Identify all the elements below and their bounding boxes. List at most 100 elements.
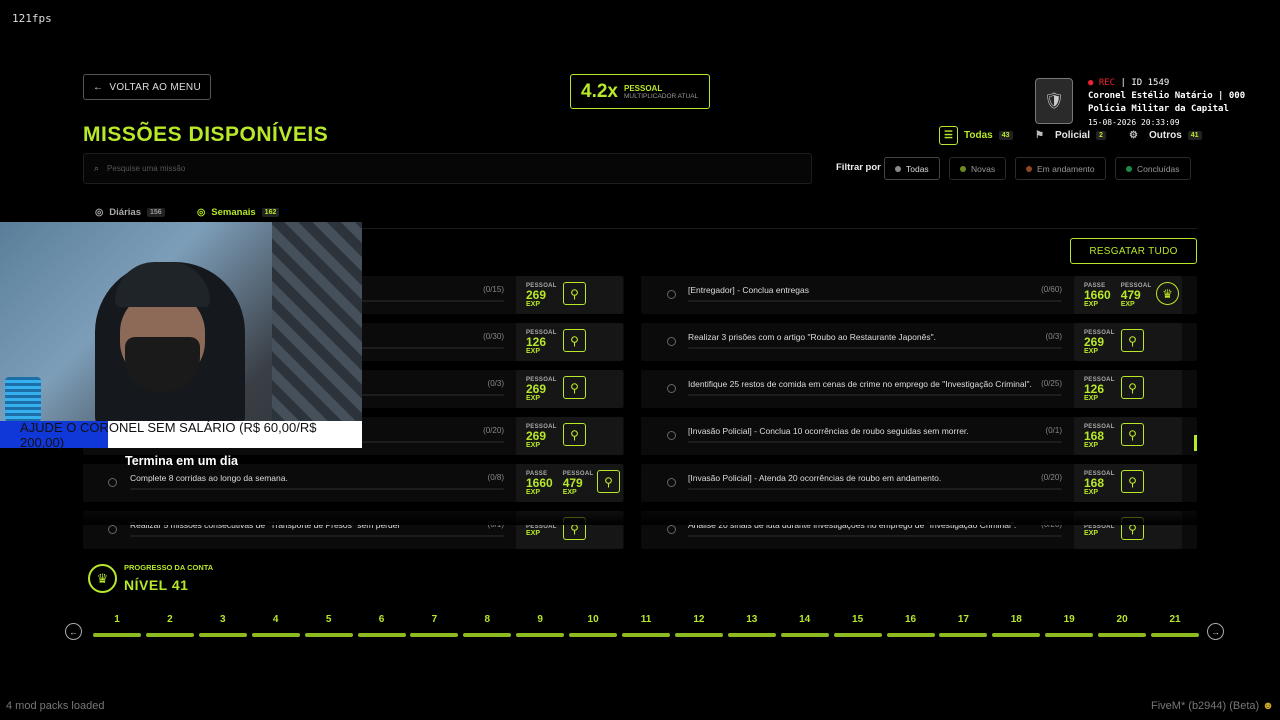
- level-bar: [780, 633, 829, 637]
- level-number: 8: [484, 614, 491, 625]
- scrollbar-thumb[interactable]: [1194, 435, 1197, 451]
- mission-checkbox[interactable]: [667, 478, 676, 487]
- category-count: 2: [1096, 131, 1106, 140]
- reward-value: 126: [1084, 381, 1105, 396]
- claim-button[interactable]: ⚲: [563, 376, 586, 399]
- category-outros[interactable]: ⚙ Outros 41: [1124, 126, 1202, 145]
- claim-button[interactable]: ⚲: [597, 470, 620, 493]
- levels-next-button[interactable]: →: [1207, 623, 1224, 640]
- mission-checkbox[interactable]: [108, 478, 117, 487]
- user-add-icon: ⚲: [1128, 333, 1137, 348]
- client-version: FiveM* (b2944) (Beta) ☻: [1151, 700, 1274, 712]
- level-step: 13: [727, 614, 776, 637]
- mission-progress: (0/20): [483, 426, 504, 435]
- weekly-icon: ◎: [197, 207, 206, 218]
- level-step: 21: [1151, 614, 1199, 637]
- user-add-icon: ⚲: [570, 286, 579, 301]
- mission-checkbox[interactable]: [667, 337, 676, 346]
- reward-unit: EXP: [526, 488, 541, 496]
- category-label: Todas: [964, 130, 993, 141]
- tab-semanais[interactable]: ◎ Semanais 162: [197, 207, 280, 218]
- mission-progress-bar: [688, 300, 1062, 302]
- reward-item: PESSOAL EXP: [526, 524, 557, 537]
- mission-progress-bar: [130, 488, 504, 490]
- mission-checkbox[interactable]: [667, 525, 676, 534]
- filter-concluidas[interactable]: Concluídas: [1115, 157, 1191, 180]
- reward-unit: EXP: [1084, 394, 1099, 402]
- level-number: 3: [220, 614, 226, 625]
- bike-icon: ⚙: [1129, 130, 1138, 141]
- reward-unit: EXP: [1084, 300, 1099, 308]
- mission-checkbox[interactable]: [667, 431, 676, 440]
- tab-count: 156: [146, 208, 165, 217]
- category-label: Outros: [1149, 130, 1182, 141]
- level-step: 4: [251, 614, 300, 637]
- mission-checkbox[interactable]: [108, 525, 117, 534]
- claim-button[interactable]: ⚲: [1121, 423, 1144, 446]
- claim-button[interactable]: ⚲: [1121, 329, 1144, 352]
- rec-label: REC: [1098, 78, 1116, 88]
- filter-em-andamento[interactable]: Em andamento: [1015, 157, 1106, 180]
- level-bar: [516, 633, 565, 637]
- reward-unit: EXP: [526, 441, 541, 449]
- claim-button[interactable]: ⚲: [563, 329, 586, 352]
- filter-novas[interactable]: Novas: [949, 157, 1007, 180]
- category-policial[interactable]: ⚑ Policial 2: [1030, 126, 1106, 145]
- arrow-left-icon: ←: [69, 626, 78, 637]
- fps-counter: 121fps: [12, 12, 52, 25]
- category-todas[interactable]: ☰ Todas 43: [939, 126, 1013, 145]
- tab-diarias[interactable]: ◎ Diárias 156: [95, 207, 165, 218]
- account-level: NÍVEL 41: [124, 577, 189, 593]
- reward-unit: EXP: [526, 347, 541, 355]
- crown-icon: ♛: [1162, 286, 1173, 301]
- daily-icon: ◎: [95, 207, 104, 218]
- level-step: 11: [622, 614, 670, 637]
- reward-item: PESSOAL 168 EXP: [1084, 424, 1115, 449]
- level-bar: [1151, 633, 1199, 637]
- filter-option-label: Todas: [906, 163, 929, 174]
- reward-unit: EXP: [1084, 488, 1099, 496]
- police-icon: ⚑: [1035, 130, 1044, 141]
- filter-option-label: Novas: [971, 163, 996, 174]
- mission-progress: (0/20): [1041, 473, 1062, 482]
- level-number: 17: [957, 614, 969, 625]
- claim-button[interactable]: ⚲: [563, 282, 586, 305]
- client-version-text: FiveM* (b2944) (Beta): [1151, 700, 1260, 712]
- category-label: Policial: [1055, 130, 1091, 141]
- reward-value: 269: [526, 287, 547, 302]
- back-to-menu-button[interactable]: ← VOLTAR AO MENU: [83, 74, 211, 100]
- level-bar: [93, 633, 141, 637]
- claim-button[interactable]: ⚲: [563, 423, 586, 446]
- mission-progress-bar: [688, 488, 1062, 490]
- mission-progress: (0/60): [1041, 285, 1062, 294]
- level-step: 9: [516, 614, 565, 637]
- claim-crown-button[interactable]: ♛: [1156, 282, 1179, 305]
- level-bar: [674, 633, 723, 637]
- level-step: 14: [780, 614, 829, 637]
- search-input[interactable]: ⌕ Pesquise uma missão: [83, 153, 812, 184]
- claim-button[interactable]: ⚲: [1121, 376, 1144, 399]
- mission-progress: (0/3): [1045, 332, 1062, 341]
- level-step: 6: [357, 614, 406, 637]
- mission-checkbox[interactable]: [667, 384, 676, 393]
- level-bar: [727, 633, 776, 637]
- level-step: 18: [992, 614, 1041, 637]
- list-fade: [83, 505, 1197, 525]
- mission-progress: (0/25): [1041, 379, 1062, 388]
- multiplier-value: 4.2x: [581, 80, 618, 102]
- reward-item: PESSOAL 269 EXP: [526, 424, 557, 449]
- level-step: 20: [1098, 614, 1147, 637]
- mission-description: [Invasão Policial] - Conclua 10 ocorrênc…: [688, 426, 969, 436]
- mission-progress-bar: [688, 441, 1062, 443]
- claim-button[interactable]: ⚲: [1121, 470, 1144, 493]
- level-number: 12: [693, 614, 705, 625]
- filter-todas[interactable]: Todas: [884, 157, 940, 180]
- mission-checkbox[interactable]: [667, 290, 676, 299]
- reward-item: PESSOAL 479 EXP: [563, 471, 594, 496]
- level-bar: [410, 633, 459, 637]
- level-step: 2: [145, 614, 194, 637]
- level-bar: [198, 633, 247, 637]
- levels-prev-button[interactable]: ←: [65, 623, 82, 640]
- player-name: Coronel Estélio Natário | 000: [1088, 91, 1246, 101]
- rescue-all-button[interactable]: RESGATAR TUDO: [1070, 238, 1197, 264]
